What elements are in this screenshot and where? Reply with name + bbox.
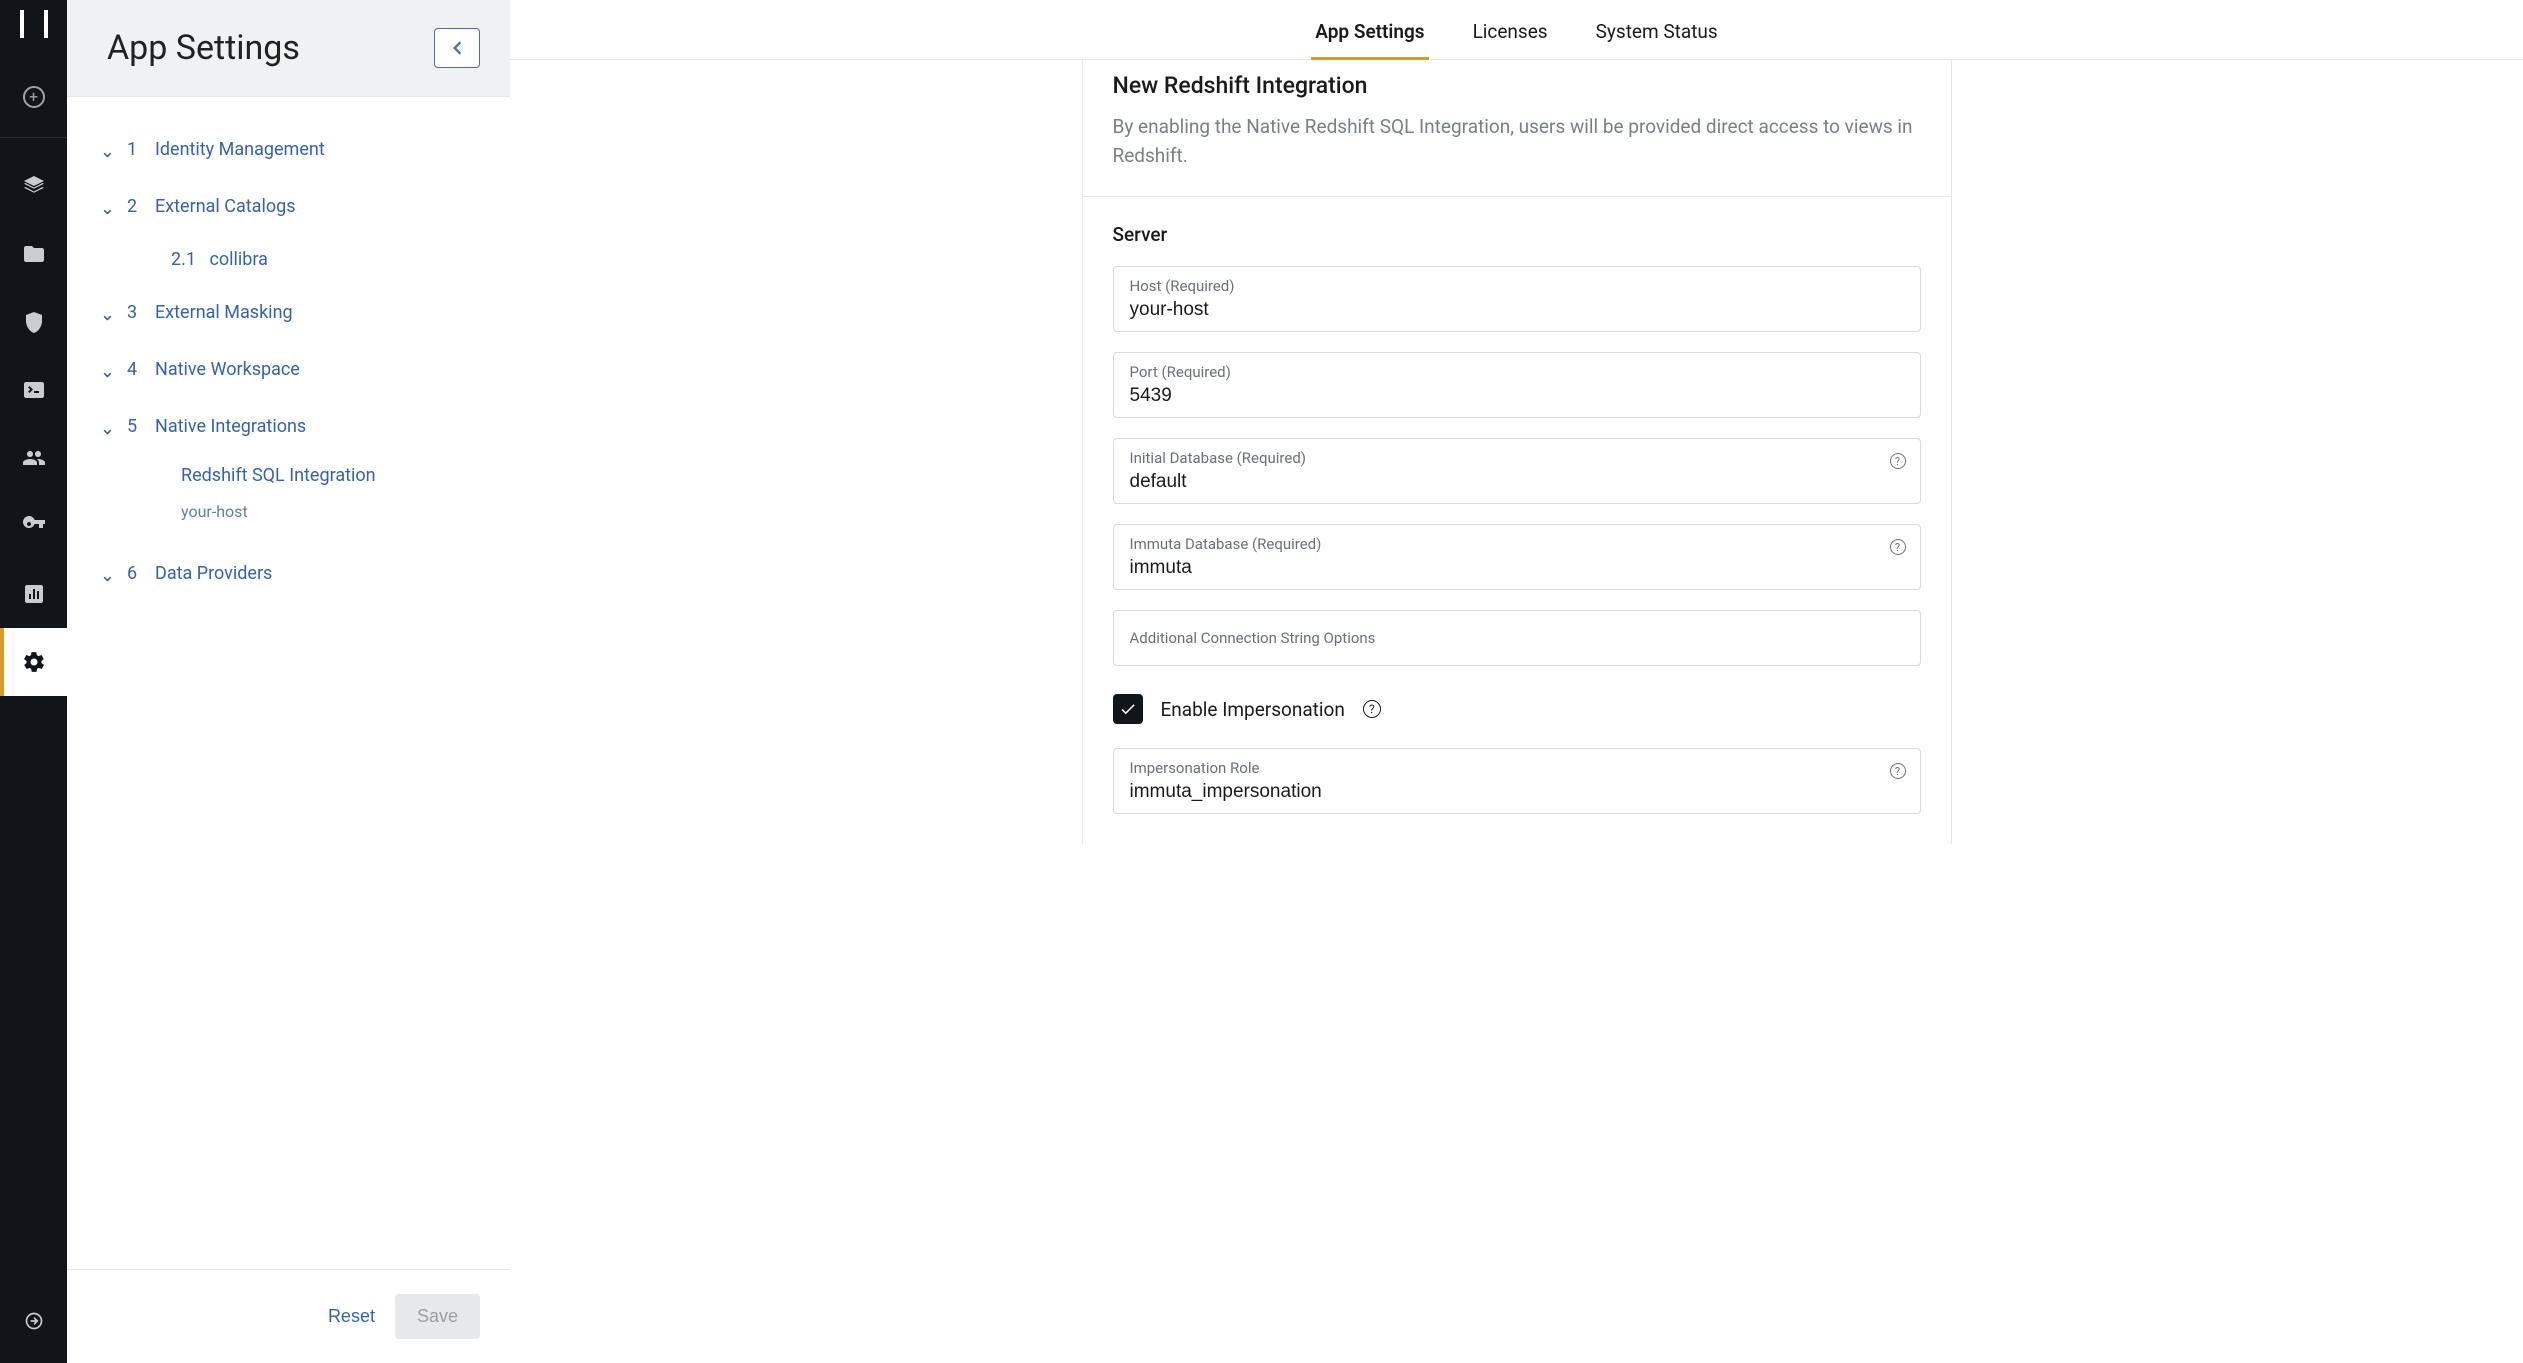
host-input[interactable] [1130,299,1904,321]
help-icon[interactable]: ? [1890,453,1906,469]
field-impersonation-role[interactable]: Impersonation Role ? [1113,748,1921,814]
rail-users[interactable] [0,424,67,492]
section-server-heading: Server [1113,223,1921,246]
field-port[interactable]: Port (Required) [1113,352,1921,418]
panel-description: By enabling the Native Redshift SQL Inte… [1113,113,1921,170]
nav-native-integrations[interactable]: ⌃ 5 Native Integrations [81,398,500,455]
nav-data-providers[interactable]: ⌃ 6 Data Providers [81,545,500,602]
field-immuta-database[interactable]: Immuta Database (Required) ? [1113,524,1921,590]
rail-shield[interactable] [0,288,67,356]
nav-redshift-host[interactable]: your-host [81,496,500,527]
settings-nav[interactable]: ⌃ 1 Identity Management ⌃ 2 External Cat… [67,97,510,1269]
help-icon[interactable]: ? [1890,539,1906,555]
logo-icon [20,10,48,38]
save-button: Save [395,1294,480,1339]
chevron-up-icon: ⌃ [101,416,115,437]
nav-collibra[interactable]: 2.1 collibra [81,235,500,284]
rail-exit[interactable] [0,1287,67,1355]
chevron-up-icon: ⌃ [101,196,115,217]
rail-folder[interactable] [0,220,67,288]
rail-layers[interactable] [0,152,67,220]
enable-impersonation-checkbox[interactable] [1113,694,1143,724]
rail-separator [0,137,67,138]
rail-key[interactable] [0,492,67,560]
chevron-up-icon: ⌃ [101,302,115,323]
initial-database-input[interactable] [1130,471,1904,493]
sidebar-title: App Settings [107,28,300,68]
collapse-sidebar-button[interactable] [434,28,480,68]
immuta-database-input[interactable] [1130,557,1904,579]
nav-native-workspace[interactable]: ⌃ 4 Native Workspace [81,341,500,398]
help-icon[interactable]: ? [1363,700,1381,718]
settings-sidebar: App Settings ⌃ 1 Identity Management ⌃ 2… [67,0,510,1363]
rail-add[interactable]: + [0,63,67,131]
nav-redshift-integration[interactable]: Redshift SQL Integration [81,455,500,496]
nav-external-masking[interactable]: ⌃ 3 External Masking [81,284,500,341]
help-icon[interactable]: ? [1890,763,1906,779]
field-host[interactable]: Host (Required) [1113,266,1921,332]
reset-button[interactable]: Reset [328,1306,375,1327]
port-input[interactable] [1130,385,1904,407]
tab-app-settings[interactable]: App Settings [1311,14,1428,59]
chevron-up-icon: ⌃ [101,563,115,584]
chevron-up-icon: ⌃ [101,139,115,160]
top-tabs: App Settings Licenses System Status [510,0,2523,60]
rail-report[interactable] [0,560,67,628]
impersonation-role-input[interactable] [1130,781,1904,803]
panel-title: New Redshift Integration [1113,72,1921,99]
nav-identity-management[interactable]: ⌃ 1 Identity Management [81,121,500,178]
nav-external-catalogs[interactable]: ⌃ 2 External Catalogs [81,178,500,235]
content-scroll[interactable]: New Redshift Integration By enabling the… [510,60,2523,1363]
tab-system-status[interactable]: System Status [1592,14,1722,59]
rail-terminal[interactable] [0,356,67,424]
enable-impersonation-label: Enable Impersonation [1161,698,1345,721]
field-additional-connection[interactable]: Additional Connection String Options [1113,610,1921,666]
main-area: App Settings Licenses System Status New … [510,0,2523,1363]
rail-settings[interactable] [0,628,67,696]
tab-licenses[interactable]: Licenses [1469,14,1552,59]
left-rail: + [0,0,67,1363]
chevron-up-icon: ⌃ [101,359,115,380]
field-initial-database[interactable]: Initial Database (Required) ? [1113,438,1921,504]
